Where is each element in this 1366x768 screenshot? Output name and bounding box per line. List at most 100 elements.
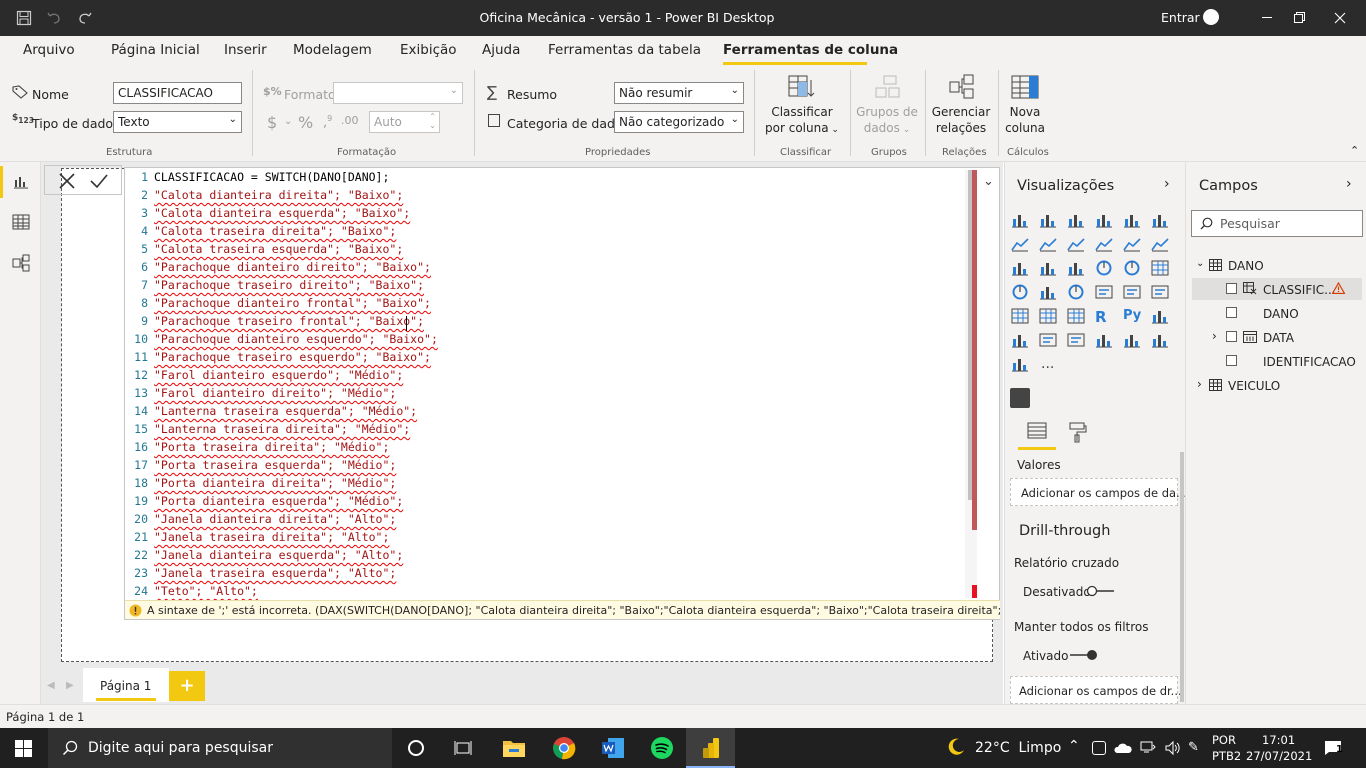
values-drop-zone[interactable]: Adicionar os campos de da... xyxy=(1010,478,1187,506)
word-icon[interactable] xyxy=(601,736,625,760)
report-view-icon[interactable] xyxy=(12,174,30,190)
stacked-column-icon[interactable] xyxy=(1039,212,1057,228)
tab-exibicao[interactable]: Exibição xyxy=(400,42,457,58)
chevron-right-icon[interactable]: › xyxy=(1212,329,1217,343)
taskbar-active-app[interactable] xyxy=(686,728,735,768)
windows-start-icon[interactable] xyxy=(15,740,32,757)
field-data[interactable]: DATA xyxy=(1263,331,1294,345)
ribbon-chart-icon[interactable] xyxy=(1151,236,1169,252)
add-page-button[interactable]: + xyxy=(169,671,205,701)
table-veiculo[interactable]: VEICULO xyxy=(1228,379,1280,393)
tab-ferramentas-coluna[interactable]: Ferramentas de coluna xyxy=(723,42,898,58)
volume-icon[interactable] xyxy=(1164,740,1182,756)
map-icon[interactable] xyxy=(1011,284,1029,300)
format-paint-icon[interactable] xyxy=(1067,421,1087,443)
language-line2[interactable]: PTB2 xyxy=(1212,749,1241,763)
manage-relationships-button[interactable]: Gerenciar relações xyxy=(928,74,994,136)
clustered-column-icon[interactable] xyxy=(1095,212,1113,228)
python-visual-icon[interactable]: Py xyxy=(1123,308,1141,324)
paginated-visual-icon[interactable] xyxy=(1010,388,1030,408)
r-visual-icon[interactable]: R xyxy=(1095,308,1113,326)
tab-ferramentas-tabela[interactable]: Ferramentas da tabela xyxy=(548,42,701,58)
tab-modelagem[interactable]: Modelagem xyxy=(293,42,372,58)
card-icon[interactable] xyxy=(1095,284,1113,300)
clock-time[interactable]: 17:01 xyxy=(1262,733,1295,747)
network-icon[interactable] xyxy=(1140,740,1156,754)
field-checkbox[interactable] xyxy=(1226,355,1237,366)
chevron-up-icon[interactable]: ⌃ xyxy=(1068,738,1080,754)
100-bar-icon[interactable] xyxy=(1123,212,1141,228)
treemap-icon[interactable] xyxy=(1151,260,1169,276)
table-visual-icon[interactable] xyxy=(1039,308,1057,324)
scatter-icon[interactable] xyxy=(1067,260,1085,276)
cortana-icon[interactable] xyxy=(408,740,424,756)
avatar[interactable] xyxy=(1203,9,1219,25)
field-checkbox[interactable] xyxy=(1226,283,1237,294)
data-type-select[interactable]: Texto ⌄ xyxy=(113,111,242,133)
pen-icon[interactable]: ✎ xyxy=(1188,740,1199,755)
expand-editor-icon[interactable]: ⌄ xyxy=(983,174,994,189)
task-view-icon[interactable] xyxy=(454,740,472,756)
column-name-input[interactable]: CLASSIFICACAO xyxy=(113,82,242,104)
collapse-visualizations-icon[interactable]: › xyxy=(1164,176,1170,192)
field-checkbox[interactable] xyxy=(1226,331,1237,342)
chevron-down-icon[interactable]: ⌄ xyxy=(1196,258,1204,269)
tab-inserir[interactable]: Inserir xyxy=(224,42,267,58)
line-column-icon[interactable] xyxy=(1095,236,1113,252)
slicer-icon[interactable] xyxy=(1011,308,1029,324)
language-line1[interactable]: POR xyxy=(1212,733,1236,747)
more-visuals-icon[interactable]: ... xyxy=(1041,356,1054,372)
spotify-icon[interactable] xyxy=(650,736,674,760)
restore-icon[interactable] xyxy=(1294,12,1305,23)
close-icon[interactable] xyxy=(1334,12,1346,24)
arcgis-icon[interactable] xyxy=(1123,332,1141,348)
clock-date[interactable]: 27/07/2021 xyxy=(1246,749,1312,763)
model-view-icon[interactable] xyxy=(12,254,30,272)
summarize-select[interactable]: Não resumir ⌄ xyxy=(614,82,744,104)
collapse-ribbon-icon[interactable]: ⌃ xyxy=(1350,144,1359,157)
sort-by-column-button[interactable]: Classificar por coluna ⌄ xyxy=(760,74,844,138)
field-checkbox[interactable] xyxy=(1226,307,1237,318)
keep-filters-toggle[interactable] xyxy=(1068,649,1098,661)
clustered-bar-icon[interactable] xyxy=(1067,212,1085,228)
matrix-icon[interactable] xyxy=(1067,308,1085,324)
decomposition-tree-icon[interactable] xyxy=(1011,332,1029,348)
file-explorer-icon[interactable] xyxy=(502,736,526,760)
dax-formula-editor[interactable]: 1 CLASSIFICACAO = SWITCH(DANO[DANO]; 2 "Cal… xyxy=(124,167,1000,620)
donut-chart-icon[interactable] xyxy=(1123,260,1141,276)
signin-link[interactable]: Entrar xyxy=(1161,10,1200,25)
waterfall-icon[interactable] xyxy=(1011,260,1029,276)
kpi-icon[interactable] xyxy=(1151,284,1169,300)
power-automate-icon[interactable] xyxy=(1011,356,1029,372)
chevron-right-icon[interactable]: › xyxy=(1197,377,1202,391)
prev-page-icon[interactable]: ◀ xyxy=(47,680,55,691)
page-tab[interactable]: Página 1 xyxy=(83,668,169,702)
funnel-icon[interactable] xyxy=(1039,260,1057,276)
taskbar-search-box[interactable]: Digite aqui para pesquisar xyxy=(48,728,392,768)
gauge-icon[interactable] xyxy=(1067,284,1085,300)
tab-arquivo[interactable]: Arquivo xyxy=(23,42,75,58)
fields-search-input[interactable]: Pesquisar xyxy=(1191,210,1363,237)
line-chart-icon[interactable] xyxy=(1011,236,1029,252)
weather-text[interactable]: 22°C Limpo xyxy=(975,740,1061,756)
power-apps-icon[interactable] xyxy=(1151,332,1169,348)
code-area[interactable]: 1 CLASSIFICACAO = SWITCH(DANO[DANO]; 2 "Cal… xyxy=(130,170,960,600)
area-chart-icon[interactable] xyxy=(1039,236,1057,252)
next-page-icon[interactable]: ▶ xyxy=(66,680,74,691)
smart-narrative-icon[interactable] xyxy=(1067,332,1085,348)
tab-ajuda[interactable]: Ajuda xyxy=(482,42,520,58)
pie-chart-icon[interactable] xyxy=(1095,260,1113,276)
stacked-bar-icon[interactable] xyxy=(1011,212,1029,228)
collapse-fields-icon[interactable]: › xyxy=(1346,176,1352,192)
data-category-select[interactable]: Não categorizado ⌄ xyxy=(614,111,744,133)
viz-scrollbar[interactable] xyxy=(1180,452,1184,702)
filled-map-icon[interactable] xyxy=(1039,284,1057,300)
drillthrough-drop-zone[interactable]: Adicionar os campos de dr... xyxy=(1010,676,1182,704)
fields-well-icon[interactable] xyxy=(1025,421,1049,443)
field-classificacao[interactable]: CLASSIFIC... xyxy=(1263,283,1336,297)
paginated-report-icon[interactable] xyxy=(1095,332,1113,348)
field-dano[interactable]: DANO xyxy=(1263,307,1299,321)
new-column-button[interactable]: Nova coluna xyxy=(1002,74,1048,136)
data-view-icon[interactable] xyxy=(12,214,30,230)
minimize-icon[interactable] xyxy=(1262,17,1272,18)
